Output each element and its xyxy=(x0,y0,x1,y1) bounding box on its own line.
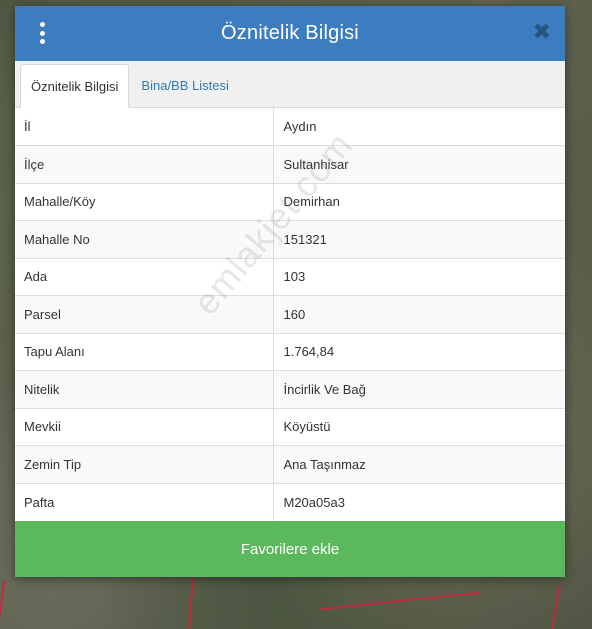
table-row: Nitelik İncirlik Ve Bağ xyxy=(15,370,565,408)
tab-bar: Öznitelik Bilgisi Bina/BB Listesi xyxy=(15,61,565,108)
attribute-value: Köyüstü xyxy=(273,407,565,446)
tab-building-list[interactable]: Bina/BB Listesi xyxy=(129,64,238,107)
attribute-value: İncirlik Ve Bağ xyxy=(273,370,565,408)
table-row: Mahalle No 151321 xyxy=(15,220,565,258)
attribute-key: Parsel xyxy=(15,295,274,333)
parcel-boundary-line xyxy=(0,580,6,629)
attribute-value: 1.764,84 xyxy=(273,332,565,371)
attribute-value: 160 xyxy=(273,295,565,333)
tab-attribute-info[interactable]: Öznitelik Bilgisi xyxy=(20,64,130,108)
dialog-header: Öznitelik Bilgisi ✖ xyxy=(15,6,565,61)
attribute-value: 103 xyxy=(273,257,565,296)
attribute-key: Mahalle No xyxy=(15,220,274,258)
table-row: Tapu Alanı 1.764,84 xyxy=(15,332,565,371)
attribute-key: Ada xyxy=(15,257,274,296)
table-row: Pafta M20a05a3 xyxy=(15,482,565,521)
dialog-title: Öznitelik Bilgisi xyxy=(221,22,359,44)
attribute-key: Pafta xyxy=(15,482,274,521)
parcel-boundary-line xyxy=(188,577,194,629)
attribute-key: Mahalle/Köy xyxy=(15,182,274,221)
kebab-menu-icon[interactable] xyxy=(35,22,49,44)
attribute-key: Tapu Alanı xyxy=(15,332,274,371)
table-row: Mevkii Köyüstü xyxy=(15,407,565,446)
attribute-value: Demirhan xyxy=(273,182,565,221)
attribute-key: Zemin Tip xyxy=(15,445,274,483)
attribute-value: M20a05a3 xyxy=(273,482,565,521)
table-row: Parsel 160 xyxy=(15,295,565,333)
parcel-boundary-line xyxy=(551,585,561,629)
attribute-value: Aydın xyxy=(283,119,317,134)
table-row: Zemin Tip Ana Taşınmaz xyxy=(15,445,565,483)
table-row: Mahalle/Köy Demirhan xyxy=(15,182,565,221)
attribute-key: İl xyxy=(15,108,274,146)
attribute-table: İl Aydın İlçe Sultanhisar Mahalle/Köy De… xyxy=(15,108,565,521)
close-icon[interactable]: ✖ xyxy=(533,19,551,45)
parcel-boundary-line xyxy=(320,591,480,611)
attribute-info-dialog: Öznitelik Bilgisi ✖ Öznitelik Bilgisi Bi… xyxy=(15,6,565,577)
attribute-key: İlçe xyxy=(15,145,274,183)
table-row: Ada 103 xyxy=(15,257,565,296)
attribute-value: Ana Taşınmaz xyxy=(273,445,565,483)
table-row: İlçe Sultanhisar xyxy=(15,145,565,183)
add-to-favorites-button[interactable]: Favorilere ekle xyxy=(15,521,565,577)
attribute-value: Sultanhisar xyxy=(273,145,565,183)
attribute-key: Mevkii xyxy=(15,407,274,446)
attribute-key: Nitelik xyxy=(15,370,274,408)
attribute-value: 151321 xyxy=(273,220,565,258)
table-row: İl Aydın xyxy=(15,108,565,146)
